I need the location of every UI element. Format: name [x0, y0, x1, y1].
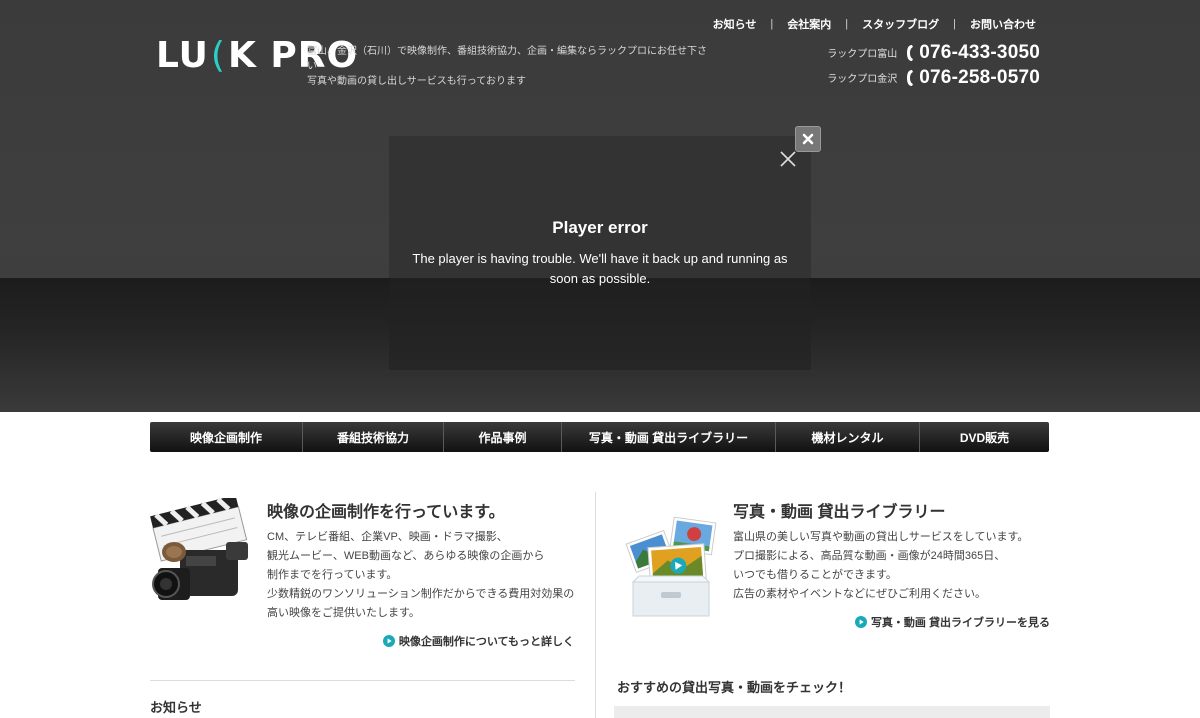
more-link-label: 映像企画制作についてもっと詳しく	[398, 636, 574, 648]
description-line: いつでも借りることができます。	[733, 569, 897, 581]
mainnav-works[interactable]: 作品事例	[444, 422, 562, 452]
topnav-news[interactable]: お知らせ	[713, 16, 757, 32]
phone-row-kanazawa: ラックプロ金沢 076-258-0570	[820, 65, 1040, 90]
phone-number-kanazawa[interactable]: 076-258-0570	[919, 67, 1040, 89]
topnav-contact[interactable]: お問い合わせ	[970, 16, 1036, 32]
logo-text-left: LU	[156, 35, 209, 76]
description-line: プロ撮影による、高品質な動画・画像が24時間365日、	[733, 550, 1006, 562]
recommended-content-box	[614, 706, 1050, 718]
top-nav: お知らせ | 会社案内 | スタッフブログ | お問い合わせ	[713, 16, 1036, 32]
photo-library-box-icon	[625, 516, 717, 617]
topnav-separator: |	[953, 18, 956, 30]
video-production-description: CM、テレビ番組、企業VP、映画・ドラマ撮影、 観光ムービー、WEB動画など、あ…	[267, 528, 587, 623]
phone-label-toyama: ラックプロ富山	[827, 49, 898, 60]
topnav-separator: |	[845, 18, 849, 30]
close-x-icon[interactable]	[779, 150, 797, 168]
site-tagline: 富山、金沢（石川）で映像制作、番組技術協力、企画・編集ならラックプロにお任せ下さ…	[307, 44, 707, 89]
logo-accent: (	[210, 35, 226, 76]
description-line: CM、テレビ番組、企業VP、映画・ドラマ撮影、	[267, 531, 508, 543]
description-line: 富山県の美しい写真や動画の貸出しサービスをしています。	[733, 531, 1029, 543]
player-error-title: Player error	[552, 218, 648, 237]
hero-section: LU(K PRO 富山、金沢（石川）で映像制作、番組技術協力、企画・編集ならラッ…	[0, 0, 1200, 412]
tagline-line-2: 写真や動画の貸し出しサービスも行っております	[307, 76, 526, 87]
column-divider	[595, 492, 596, 718]
topnav-separator: |	[770, 18, 774, 30]
phone-icon	[907, 44, 914, 61]
description-line: 少数精鋭のワンソリューション制作だからできる費用対効果の	[267, 588, 575, 600]
topnav-company[interactable]: 会社案内	[787, 16, 831, 32]
player-error-message: The player is having trouble. We'll have…	[412, 251, 788, 286]
video-production-more-link[interactable]: 映像企画制作についてもっと詳しく	[382, 633, 574, 649]
photo-library-more-link[interactable]: 写真・動画 貸出ライブラリーを見る	[854, 614, 1050, 630]
description-line: 制作までを行っています。	[267, 569, 398, 581]
mainnav-photo-video-library[interactable]: 写真・動画 貸出ライブラリー	[562, 422, 776, 452]
play-circle-icon	[854, 616, 867, 628]
phone-icon	[907, 69, 914, 86]
section-divider	[150, 680, 575, 681]
video-camera-clapperboard-icon	[150, 498, 248, 600]
topnav-staff-blog[interactable]: スタッフブログ	[862, 16, 939, 32]
photo-library-description: 富山県の美しい写真や動画の貸出しサービスをしています。 プロ撮影による、高品質な…	[733, 528, 1053, 604]
photo-library-title: 写真・動画 貸出ライブラリー	[733, 504, 946, 521]
main-nav: 映像企画制作 番組技術協力 作品事例 写真・動画 貸出ライブラリー 機材レンタル…	[150, 422, 1049, 452]
description-line: 高い映像をご提供いたします。	[267, 607, 420, 619]
mainnav-equipment-rental[interactable]: 機材レンタル	[776, 422, 920, 452]
mainnav-broadcast-support[interactable]: 番組技術協力	[303, 422, 444, 452]
modal-close-button[interactable]	[795, 126, 821, 152]
more-link-label: 写真・動画 貸出ライブラリーを見る	[870, 617, 1050, 629]
recommended-heading: おすすめの貸出写真・動画をチェック！	[617, 680, 852, 695]
description-line: 広告の素材やイベントなどにぜひご利用ください。	[733, 588, 986, 600]
close-icon	[802, 133, 814, 145]
news-heading: お知らせ	[150, 700, 202, 715]
player-dark-band	[389, 278, 811, 370]
phone-number-toyama[interactable]: 076-433-3050	[919, 42, 1040, 64]
tagline-line-1: 富山、金沢（石川）で映像制作、番組技術協力、企画・編集ならラックプロにお任せ下さ…	[307, 46, 707, 72]
phone-row-toyama: ラックプロ富山 076-433-3050	[820, 40, 1040, 65]
description-line: 観光ムービー、WEB動画など、あらゆる映像の企画から	[267, 550, 545, 562]
play-circle-icon	[382, 635, 395, 647]
video-production-title: 映像の企画制作を行っています。	[267, 504, 505, 521]
phone-label-kanazawa: ラックプロ金沢	[827, 74, 898, 85]
mainnav-dvd-sales[interactable]: DVD販売	[920, 422, 1049, 452]
mainnav-video-production[interactable]: 映像企画制作	[150, 422, 303, 452]
video-player: Player error The player is having troubl…	[389, 136, 811, 370]
phone-contacts: ラックプロ富山 076-433-3050 ラックプロ金沢 076-258-057…	[820, 40, 1040, 90]
